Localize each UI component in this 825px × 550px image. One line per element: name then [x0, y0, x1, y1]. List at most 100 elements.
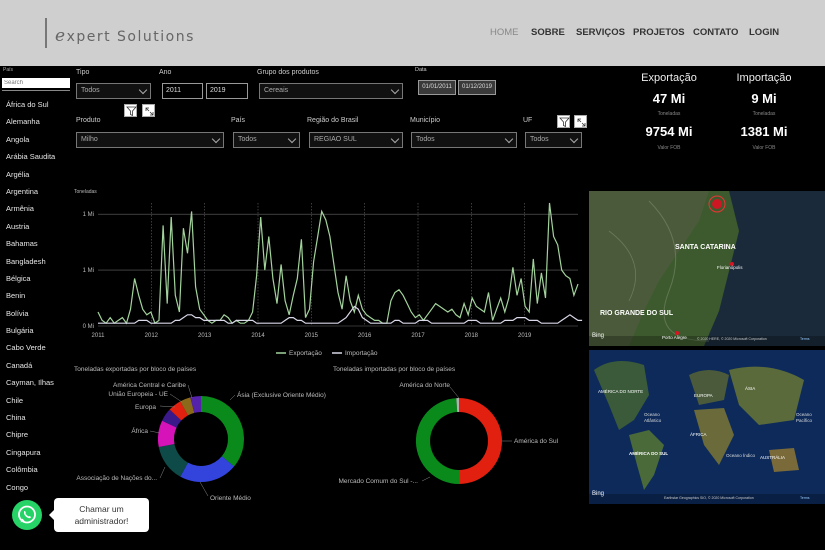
municipio-dropdown[interactable]: Todos — [411, 132, 517, 148]
logo-divider — [45, 18, 47, 48]
country-item[interactable]: Bélgica — [6, 274, 55, 291]
slice-label: América do Sul — [514, 438, 559, 445]
kpi-export-tons-label: Toneladas — [657, 111, 681, 117]
donut-slice — [201, 396, 244, 467]
leader-line — [159, 466, 166, 479]
regiao-label: Região do Brasil — [307, 117, 359, 124]
country-item[interactable]: Chipre — [6, 430, 55, 447]
map-label-america-norte: AMÉRICA DO NORTE — [598, 389, 644, 394]
whatsapp-tooltip[interactable]: Chamar um administrador! — [49, 498, 149, 532]
donut-slice — [459, 398, 502, 484]
country-item[interactable]: Benin — [6, 291, 55, 308]
date-to-input[interactable]: 01/12/2019 — [458, 80, 496, 95]
country-item[interactable]: Bangladesh — [6, 257, 55, 274]
ano-from-input[interactable]: 2011 — [162, 83, 203, 99]
nav-home[interactable]: HOME — [490, 27, 519, 38]
ano-to-input[interactable]: 2019 — [206, 83, 248, 99]
kpi-export-title: Exportação — [641, 72, 697, 84]
map-label-florianopolis: Florianópolis — [717, 265, 743, 270]
country-search-input[interactable] — [2, 78, 70, 88]
leader-line — [229, 394, 236, 401]
bing-logo: Bing — [592, 333, 605, 339]
country-item[interactable]: Colômbia — [6, 465, 55, 482]
slice-label: Europa — [135, 404, 156, 411]
donut-slice — [180, 456, 235, 483]
nav-sobre[interactable]: SOBRE — [531, 27, 565, 38]
leader-line — [187, 384, 193, 399]
map-label-oceano-pacifico: Oceano Pacífico — [796, 412, 813, 423]
chevron-down-icon — [390, 134, 400, 144]
slice-label: América do Norte — [399, 382, 450, 389]
country-item[interactable]: Austria — [6, 222, 55, 239]
chevron-down-icon — [390, 85, 400, 95]
map-terms-link[interactable]: Terms — [800, 496, 810, 500]
filter-icon[interactable] — [557, 115, 570, 128]
y-tick-label: 1 Mi — [83, 212, 94, 218]
nav-projetos[interactable]: PROJETOS — [633, 27, 685, 38]
filter-icon[interactable] — [124, 104, 137, 117]
country-item[interactable]: África do Sul — [6, 100, 55, 117]
country-item[interactable]: Cabo Verde — [6, 343, 55, 360]
pais-dropdown[interactable]: Todos — [233, 132, 300, 148]
slice-label: África — [131, 426, 148, 435]
country-item[interactable]: Argentina — [6, 187, 55, 204]
import-donut-title: Toneladas importadas por bloco de países — [333, 366, 456, 373]
line-chart: 0 Mi 1 Mi 1 Mi 2011 2012 2013 2014 2015 2016 2017… — [83, 202, 583, 357]
x-tick-label: 2016 — [358, 333, 372, 339]
nav-contato[interactable]: CONTATO — [693, 27, 738, 38]
whatsapp-button[interactable] — [12, 500, 42, 530]
map-terms-link[interactable]: Terms — [800, 337, 810, 341]
regional-map[interactable]: SANTA CATARINA RIO GRANDE DO SUL Florian… — [589, 191, 825, 346]
map-label-africa: ÁFRICA — [690, 432, 707, 437]
kpi-export-fob: 9754 Mi — [645, 124, 693, 139]
tipo-dropdown[interactable]: Todos — [76, 83, 151, 99]
x-tick-label: 2017 — [411, 333, 425, 339]
expand-icon[interactable] — [574, 115, 587, 128]
country-item[interactable]: China — [6, 413, 55, 430]
search-underline — [2, 90, 70, 91]
uf-label: UF — [523, 117, 533, 124]
map-label-rio-grande-do-sul: RIO GRANDE DO SUL — [600, 310, 674, 317]
produto-dropdown[interactable]: Milho — [76, 132, 224, 148]
map-label-porto-alegre: Porto Alegre — [662, 335, 687, 340]
country-item[interactable]: Cayman, Ilhas — [6, 378, 55, 395]
uf-dropdown[interactable]: Todos — [525, 132, 582, 148]
world-map[interactable]: AMÉRICA DO NORTE EUROPA ÁSIA Oceano Atlâ… — [589, 350, 825, 504]
country-item[interactable]: Alemanha — [6, 117, 55, 134]
series-line-importacao — [98, 305, 583, 324]
chevron-down-icon — [138, 85, 148, 95]
expand-icon[interactable] — [142, 104, 155, 117]
kpi-import-tons: 9 Mi — [751, 91, 777, 106]
regiao-dropdown[interactable]: REGIAO SUL — [309, 132, 403, 148]
country-item[interactable]: Bolívia — [6, 309, 55, 326]
x-tick-label: 2014 — [251, 333, 265, 339]
ano-label: Ano — [159, 69, 172, 76]
whatsapp-icon — [18, 505, 36, 524]
country-item[interactable]: Cingapura — [6, 448, 55, 465]
country-item[interactable]: Canadá — [6, 361, 55, 378]
country-item[interactable]: Armênia — [6, 204, 55, 221]
nav-servicos[interactable]: SERVIÇOS — [576, 27, 625, 38]
slice-label: América Central e Caribe — [113, 382, 186, 389]
country-item[interactable]: Angola — [6, 135, 55, 152]
country-item[interactable]: Congo — [6, 483, 55, 500]
country-item[interactable]: Argélia — [6, 170, 55, 187]
logo[interactable]: expert Solutions — [55, 26, 195, 46]
country-item[interactable]: Bahamas — [6, 239, 55, 256]
country-item[interactable]: Chile — [6, 396, 55, 413]
export-donut-chart: Ásia (Exclusive Oriente Médio) Oriente Mé… — [76, 382, 325, 502]
date-from-input[interactable]: 01/01/2011 — [418, 80, 456, 95]
nav-login[interactable]: LOGIN — [749, 27, 779, 38]
leader-line — [169, 393, 183, 403]
leader-line — [159, 405, 176, 408]
country-slicer: País África do SulAlemanhaAngolaArábia S… — [0, 66, 72, 550]
grupo-dropdown[interactable]: Cereais — [259, 83, 403, 99]
map-label-asia: ÁSIA — [745, 386, 756, 391]
kpi-import-tons-label: Toneladas — [752, 111, 776, 117]
country-item[interactable]: Arábia Saudita — [6, 152, 55, 169]
tipo-label: Tipo — [76, 69, 90, 76]
data-label: Data — [415, 67, 427, 73]
country-list: África do Sul Alemanha Angola Arábia Saudit… — [6, 100, 55, 500]
whatsapp-tooltip-line2: administrador! — [74, 516, 129, 526]
country-item[interactable]: Bulgária — [6, 326, 55, 343]
